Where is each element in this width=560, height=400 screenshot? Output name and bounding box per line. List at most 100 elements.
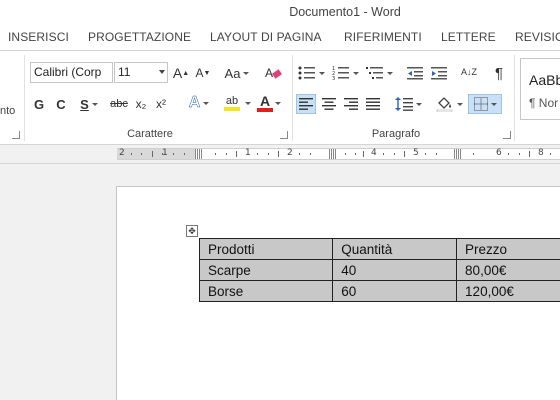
ruler-tick [236,151,237,157]
clipboard-group-fragment: nto [0,105,16,117]
italic-button[interactable]: C [54,94,68,114]
bullets-button[interactable] [296,63,326,83]
decrease-indent-icon [407,67,423,80]
document-page[interactable]: ✥ Prodotti Quantità Prezzo Scarpe 40 80,… [116,186,560,400]
ruler-tick [529,151,530,157]
ruler-number: 1 [162,148,168,158]
ruler-tick [152,151,153,157]
underline-button[interactable]: S [76,94,102,114]
ruler-dot [215,153,216,155]
font-color-dropdown[interactable] [272,93,281,113]
sort-icon: A↓Z [460,66,477,77]
borders-button[interactable] [468,94,502,114]
ruler-dot [141,153,142,155]
show-formatting-button[interactable]: ¶ [490,63,508,83]
window-title: Documento1 - Word [289,5,401,19]
table-header-cell[interactable]: Prezzo [456,238,560,260]
align-left-button[interactable] [296,94,316,114]
tab-revisione[interactable]: REVISIONE [515,30,560,44]
subscript-button[interactable]: x₂ [132,94,150,114]
ruler-number: 2 [287,148,293,158]
horizontal-ruler[interactable]: 2 1 1 2 3 4 [117,148,560,160]
table-move-handle-icon[interactable]: ✥ [186,225,198,237]
justify-icon [366,98,380,110]
table-cell[interactable]: 80,00€ [456,259,560,281]
shrink-font-button[interactable]: A ▼ [194,63,212,83]
numbered-list-icon: 1 2 3 [332,66,349,80]
tab-layout-di-pagina[interactable]: LAYOUT DI PAGINA [210,30,322,44]
column-marker[interactable] [454,149,462,159]
paragraph-group-label: Paragrafo [371,128,421,140]
strikethrough-button[interactable]: abc [108,94,130,114]
tab-riferimenti[interactable]: RIFERIMENTI [344,30,422,44]
bold-button[interactable]: G [32,94,46,114]
svg-text:3: 3 [332,76,335,80]
align-center-button[interactable] [319,94,339,114]
highlight-dropdown[interactable] [242,93,251,113]
highlight-color-swatch [224,107,240,111]
table-header-cell[interactable]: Prodotti [198,238,334,260]
ruler-number: 4 [371,148,377,158]
font-group-label: Carattere [127,128,173,140]
ruler-dot [508,153,509,155]
ruler-number: 6 [496,148,502,158]
tab-progettazione[interactable]: PROGETTAZIONE [88,30,191,44]
ruler-dot [550,153,551,155]
sort-button[interactable]: A↓Z [458,62,480,82]
change-case-button[interactable]: Aa [222,63,252,83]
increase-indent-icon [431,67,447,80]
font-size-value: 11 [118,65,131,79]
group-separator [24,55,25,141]
table-cell[interactable]: Borse [198,280,334,302]
ruler-number: 2 [119,148,125,158]
clipboard-launcher-icon[interactable] [12,131,20,139]
group-separator [292,55,293,141]
italic-icon: C [56,96,66,112]
ruler-dot [257,153,258,155]
table-header-cell[interactable]: Quantità [332,238,458,260]
shading-button[interactable] [434,94,464,114]
bullet-list-icon [298,66,315,80]
paragraph-launcher-icon[interactable] [503,131,511,139]
font-launcher-icon[interactable] [280,131,288,139]
products-table[interactable]: Prodotti Quantità Prezzo Scarpe 40 80,00… [198,238,560,302]
align-right-icon [344,98,358,110]
align-right-button[interactable] [341,94,361,114]
indent-marker[interactable] [195,149,203,159]
increase-indent-button[interactable] [428,63,450,83]
style-sample: AaBb [529,72,560,88]
ruler-dot [268,153,269,155]
ruler-dot [173,153,174,155]
multilevel-list-button[interactable] [364,63,394,83]
ruler-dot [436,153,437,155]
highlighter-icon: ab [225,95,239,107]
tab-lettere[interactable]: LETTERE [441,30,496,44]
styles-gallery[interactable]: AaBb ¶ Nor [520,58,560,120]
superscript-button[interactable]: x² [152,94,170,114]
table-cell[interactable]: 120,00€ [456,280,560,302]
table-cell[interactable]: Scarpe [198,259,334,281]
numbering-button[interactable]: 1 2 3 [330,63,360,83]
text-effects-button[interactable]: A [184,93,214,113]
grow-font-button[interactable]: A ▲ [172,63,190,83]
text-effects-icon: A [188,94,201,112]
line-spacing-button[interactable] [393,94,423,114]
ruler-number: 5 [413,148,419,158]
table-cell[interactable]: 40 [332,259,458,281]
decrease-indent-button[interactable] [404,63,426,83]
font-size-combo[interactable]: 11 [114,62,168,83]
paint-bucket-icon [436,97,452,112]
tab-inserisci[interactable]: INSERISCI [8,30,69,44]
title-bar: Documento1 - Word [0,0,560,26]
table-cell[interactable]: 60 [332,280,458,302]
ruler-number: 8 [538,148,544,158]
font-name-combo[interactable]: Calibri (Corp [30,62,113,83]
font-color-swatch [257,107,273,112]
underline-icon: S [80,96,89,112]
clear-formatting-button[interactable]: A [262,63,286,83]
change-case-icon: Aa [224,65,241,81]
group-separator [514,55,515,141]
subscript-icon: x₂ [135,97,147,111]
justify-button[interactable] [363,94,383,114]
column-marker[interactable] [329,149,337,159]
